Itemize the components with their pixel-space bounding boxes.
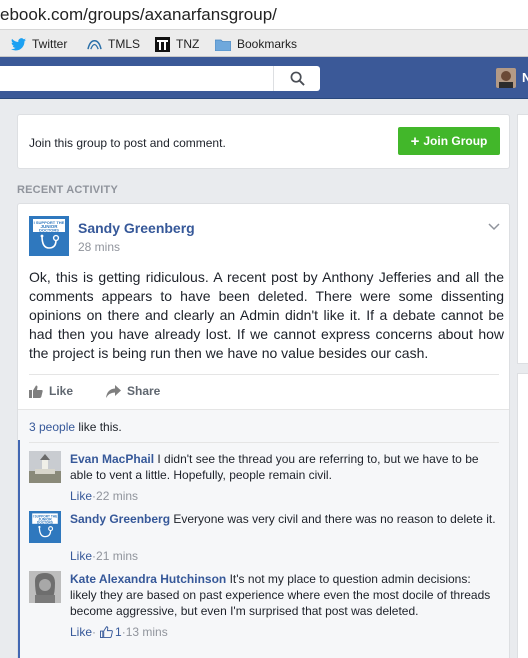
- like-button[interactable]: Like: [29, 384, 73, 398]
- comment-body: Everyone was very civil and there was no…: [170, 512, 496, 526]
- avatar[interactable]: [29, 571, 61, 603]
- profile-name-initial[interactable]: N: [522, 70, 528, 85]
- comment-reaction-count[interactable]: 1: [115, 625, 122, 639]
- bookmark-label: Bookmarks: [237, 37, 298, 51]
- chevron-down-icon: [488, 223, 500, 231]
- profile-avatar[interactable]: [496, 68, 516, 88]
- bookmark-tmls[interactable]: TMLS: [87, 35, 140, 53]
- search-button[interactable]: [273, 66, 320, 91]
- comment-text: Sandy Greenberg Everyone was very civil …: [70, 511, 498, 527]
- url-text[interactable]: ebook.com/groups/axanarfansgroup/: [0, 5, 277, 25]
- tmls-icon: [87, 39, 102, 49]
- likes-suffix: like this.: [75, 420, 122, 434]
- comment-timestamp[interactable]: 22 mins: [96, 489, 138, 503]
- bookmark-label: TNZ: [176, 37, 200, 51]
- right-column-box: [517, 373, 528, 658]
- comment-timestamp[interactable]: 13 mins: [126, 625, 168, 639]
- comment-like-link[interactable]: Like: [70, 549, 92, 563]
- thumbs-up-icon: [100, 626, 113, 638]
- join-group-box: Join this group to post and comment. + J…: [17, 114, 510, 169]
- search-icon: [290, 71, 305, 86]
- join-group-button[interactable]: + Join Group: [398, 127, 500, 155]
- meta-separator: ·: [92, 625, 97, 639]
- comment-author[interactable]: Evan MacPhail: [70, 452, 154, 466]
- search-input[interactable]: [0, 66, 320, 91]
- bookmark-label: TMLS: [108, 37, 141, 51]
- comment-like-link[interactable]: Like: [70, 625, 92, 639]
- comment-meta: Like · 21 mins: [70, 549, 138, 563]
- like-label: Like: [49, 384, 74, 398]
- right-column-box: [517, 114, 528, 364]
- folder-icon: [215, 39, 231, 51]
- comment-text: Evan MacPhail I didn't see the thread yo…: [70, 451, 498, 483]
- comments-section: 3 people like this. Evan MacPhail I didn…: [18, 409, 509, 658]
- share-arrow-icon: [106, 384, 121, 398]
- avatar[interactable]: I SUPPORT THE JUNIOR DOCTORS: [29, 511, 61, 543]
- post-body: Ok, this is getting ridiculous. A recent…: [29, 269, 504, 361]
- bookmark-tnz[interactable]: TNZ: [155, 35, 199, 53]
- bookmarks-bar: Twitter TMLS TNZ Bookmarks: [0, 30, 528, 57]
- post-author[interactable]: Sandy Greenberg: [78, 220, 195, 236]
- post-actions: Like Share: [29, 374, 499, 408]
- share-label: Share: [127, 384, 161, 398]
- comment-author[interactable]: Kate Alexandra Hutchinson: [70, 572, 226, 586]
- svg-text:DOCTORS: DOCTORS: [37, 520, 53, 524]
- likes-summary: 3 people like this.: [29, 420, 122, 434]
- browser-url-bar[interactable]: ebook.com/groups/axanarfansgroup/: [0, 0, 528, 30]
- bookmark-twitter[interactable]: Twitter: [11, 35, 67, 53]
- avatar[interactable]: I SUPPORT THE JUNIOR DOCTORS: [29, 216, 69, 256]
- divider: [29, 442, 499, 443]
- comment-meta: Like · 1 · 13 mins: [70, 625, 168, 639]
- thumbs-up-icon: [29, 385, 43, 398]
- twitter-bird-icon: [11, 37, 26, 50]
- comment-timestamp[interactable]: 21 mins: [96, 549, 138, 563]
- post-card: I SUPPORT THE JUNIOR DOCTORS Sandy Green…: [17, 203, 510, 658]
- bookmark-folder[interactable]: Bookmarks: [215, 35, 297, 53]
- comment-meta: Like · 22 mins: [70, 489, 138, 503]
- join-group-label: Join Group: [423, 134, 488, 148]
- comments-accent-bar: [18, 440, 20, 658]
- facebook-top-bar: N: [0, 57, 528, 99]
- avatar[interactable]: [29, 451, 61, 483]
- comment-author[interactable]: Sandy Greenberg: [70, 512, 170, 526]
- section-title: RECENT ACTIVITY: [17, 184, 118, 196]
- plus-icon: +: [410, 132, 420, 150]
- tnz-icon: [155, 36, 170, 52]
- likes-count-link[interactable]: 3 people: [29, 420, 75, 434]
- post-options-button[interactable]: [488, 220, 500, 234]
- share-button[interactable]: Share: [106, 384, 160, 398]
- comment-text: Kate Alexandra Hutchinson It's not my pl…: [70, 571, 498, 619]
- comment-like-link[interactable]: Like: [70, 489, 92, 503]
- svg-text:DOCTORS: DOCTORS: [39, 228, 59, 233]
- join-prompt: Join this group to post and comment.: [29, 136, 226, 150]
- post-timestamp[interactable]: 28 mins: [78, 240, 120, 254]
- bookmark-label: Twitter: [32, 37, 68, 51]
- right-column: [517, 105, 528, 658]
